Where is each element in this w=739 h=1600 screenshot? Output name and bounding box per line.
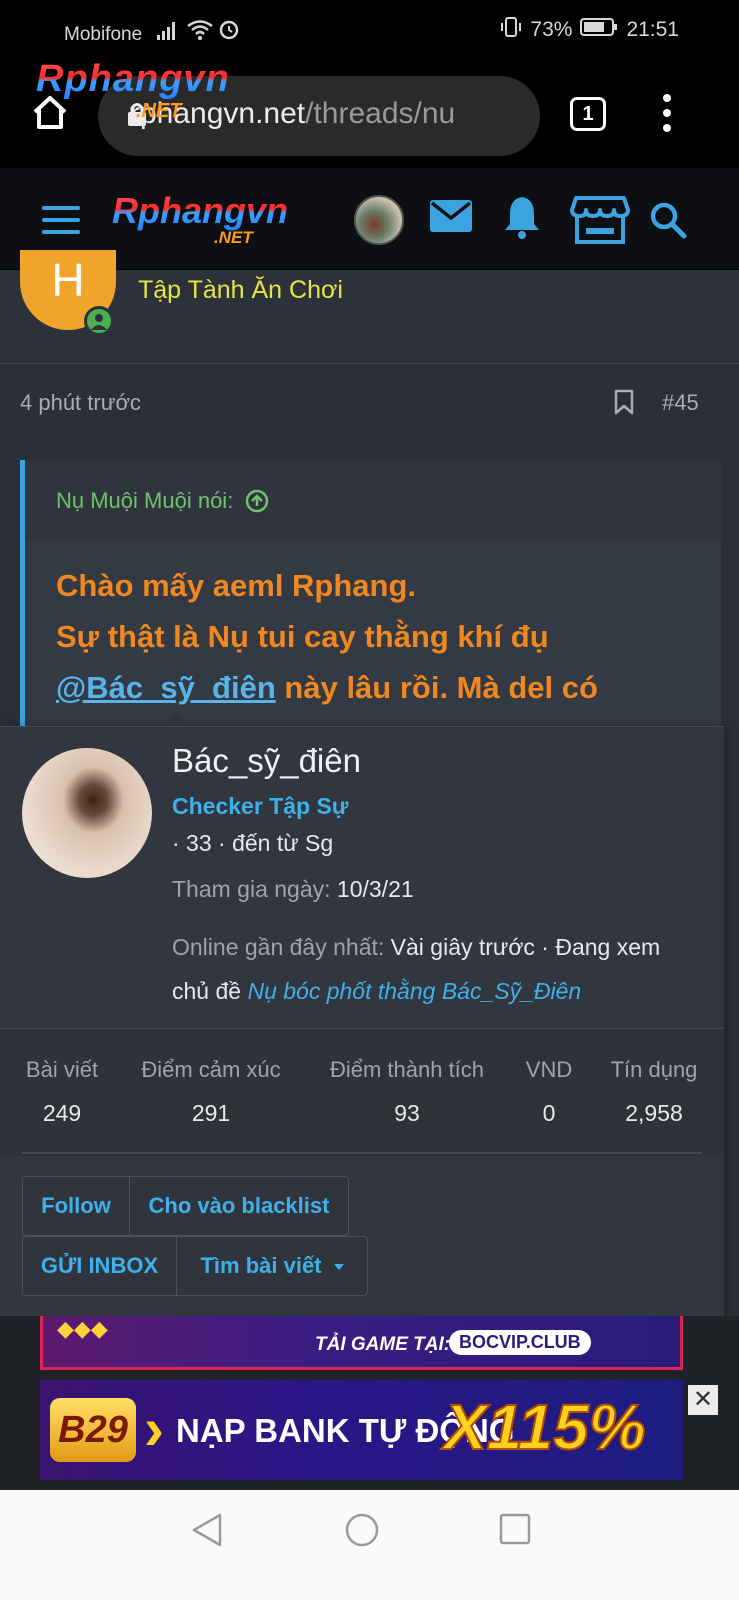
- blacklist-button[interactable]: Cho vào blacklist: [129, 1176, 349, 1236]
- ad-banner-bottom[interactable]: B29 › NẠP BANK TỰ ĐỘNG X115%: [40, 1380, 683, 1480]
- online-status-icon: [84, 306, 114, 336]
- post-number[interactable]: #45: [662, 390, 699, 416]
- site-logo[interactable]: Rphangvn: [112, 190, 288, 232]
- chevron-down-icon: [333, 1264, 344, 1271]
- stat-label: Điểm thành tích: [329, 1057, 485, 1082]
- status-bar: Mobifone 73% 21:51: [0, 0, 739, 58]
- search-icon[interactable]: [648, 200, 688, 245]
- quote-text: Chào mấy aeml Rphang. Sự thật là Nụ tui …: [56, 568, 598, 705]
- bookmark-icon[interactable]: [614, 389, 634, 415]
- inbox-icon[interactable]: [428, 198, 474, 239]
- browser-overlay-logo: Rphangvn: [36, 58, 230, 100]
- follow-button[interactable]: Follow: [22, 1176, 130, 1236]
- recents-icon[interactable]: [498, 1512, 532, 1551]
- ad-banner-top[interactable]: ◆◆◆ TẢI GAME TẠI: BOCVIP.CLUB: [40, 1316, 683, 1370]
- browser-overlay-logo-suffix: .NET: [136, 100, 182, 122]
- send-inbox-button[interactable]: GỬI INBOX: [22, 1236, 177, 1296]
- stat-label: Bài viết: [25, 1057, 99, 1082]
- find-posts-button[interactable]: Tìm bài viết: [176, 1236, 368, 1296]
- system-nav-bar: [0, 1490, 739, 1600]
- stat-label: VND: [525, 1057, 573, 1082]
- stat-label: Điểm cảm xúc: [141, 1057, 281, 1082]
- member-meta: · 33 · đến từ Sg: [172, 830, 334, 856]
- clock: 21:51: [626, 18, 679, 41]
- bell-icon[interactable]: [502, 194, 542, 245]
- status-right: 73% 21:51: [500, 16, 679, 44]
- member-role: Checker Tập Sự: [172, 793, 349, 819]
- stat-label: Tín dụng: [610, 1057, 698, 1082]
- alarm-icon: [218, 20, 240, 45]
- member-avatar[interactable]: [22, 748, 152, 878]
- member-stats: [0, 1028, 724, 1156]
- store-icon[interactable]: [570, 194, 630, 251]
- member-last-seen: Online gần đây nhất: Vài giây trước · Đa…: [172, 934, 661, 1004]
- user-title: Tập Tành Ăn Chơi: [138, 276, 343, 304]
- back-icon[interactable]: [190, 1512, 224, 1553]
- browser-menu-icon[interactable]: [660, 94, 674, 136]
- menu-icon[interactable]: [42, 206, 80, 234]
- tab-switcher-button[interactable]: 1: [570, 97, 606, 131]
- member-joined: Tham gia ngày: 10/3/21: [172, 876, 414, 902]
- stat-value: 291: [191, 1100, 231, 1126]
- carrier-label: Mobifone: [64, 18, 240, 46]
- ad-url: BOCVIP.CLUB: [449, 1330, 591, 1355]
- signal-icon: [157, 22, 176, 40]
- vibrate-icon: [500, 16, 522, 44]
- arrow-up-circle-icon[interactable]: [245, 489, 269, 513]
- divider: [22, 1152, 702, 1154]
- post-timestamp[interactable]: 4 phút trước: [20, 390, 141, 416]
- chevron-right-icon: ›: [144, 1395, 164, 1462]
- battery-percent: 73%: [530, 18, 573, 41]
- ad-text: TẢI GAME TẠI:: [315, 1334, 451, 1355]
- ad-brand-logo: B29: [50, 1398, 136, 1462]
- account-avatar[interactable]: [354, 195, 404, 245]
- stat-value: 2,958: [625, 1100, 683, 1126]
- close-icon[interactable]: ✕: [688, 1385, 718, 1415]
- wifi-icon: [186, 20, 218, 45]
- site-logo-suffix: .NET: [214, 228, 253, 247]
- battery-icon: [580, 17, 618, 43]
- stat-value: 0: [542, 1100, 556, 1126]
- ad-logo-image: ◆◆◆: [57, 1316, 108, 1341]
- home-nav-icon[interactable]: [344, 1512, 380, 1553]
- user-mention-link[interactable]: @Bác_sỹ_điên: [56, 670, 276, 705]
- stat-value: 93: [394, 1100, 420, 1126]
- ad-promo: X115%: [443, 1390, 647, 1464]
- quote-author-link[interactable]: Nụ Muội Muội nói:: [56, 488, 269, 514]
- stat-value: 249: [42, 1100, 82, 1126]
- member-name[interactable]: Bác_sỹ_điên: [172, 742, 361, 780]
- url-text[interactable]: rphangvn.net/threads/nu: [130, 97, 526, 131]
- viewing-thread-link[interactable]: Nụ bóc phốt thằng Bác_Sỹ_Điên: [247, 978, 581, 1004]
